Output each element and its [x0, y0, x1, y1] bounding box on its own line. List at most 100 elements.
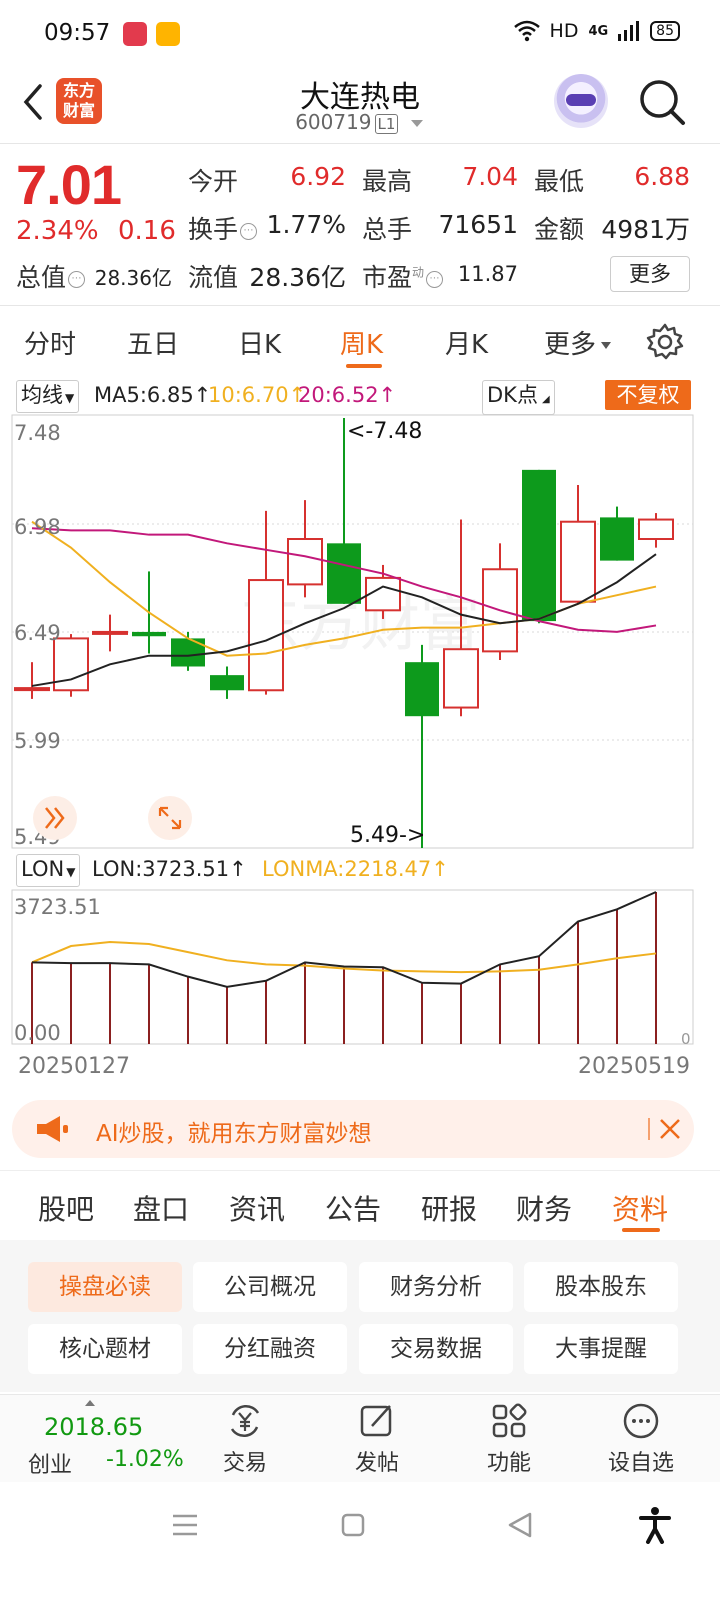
tab-intraday[interactable]: 分时 [24, 324, 76, 361]
close-icon[interactable] [658, 1117, 682, 1141]
search-icon[interactable] [636, 76, 688, 128]
wifi-icon [513, 20, 540, 42]
turnover-label-text: 换手 [188, 215, 239, 244]
index-change: -1.02% [106, 1447, 184, 1472]
info-icon[interactable]: ⋯ [68, 270, 86, 288]
max-price-label: <-7.48 [347, 419, 422, 444]
active-tab-underline [622, 1228, 660, 1232]
status-time: 09:57 [44, 20, 111, 46]
candle-body [405, 662, 439, 717]
add-favorite-label: 设自选 [607, 1451, 674, 1476]
content-tabs: 股吧 盘口 资讯 公告 研报 财务 资料 [0, 1178, 720, 1236]
signal-icon [618, 21, 640, 41]
candle-body [210, 675, 244, 691]
tab-announcements[interactable]: 公告 [325, 1188, 381, 1228]
functions-button[interactable]: 功能 [464, 1401, 554, 1477]
post-button[interactable]: 发帖 [332, 1401, 422, 1477]
low-label: 最低 [534, 167, 585, 196]
lon-axis-top: 3723.51 [14, 895, 101, 919]
candle-body [92, 630, 128, 635]
adjust-toggle[interactable]: 不复权 [605, 380, 691, 410]
x-axis-start-date: 20250127 [18, 1054, 130, 1079]
volume-value: 71651 [438, 210, 518, 239]
gear-icon[interactable] [645, 322, 685, 362]
functions-label: 功能 [486, 1451, 531, 1476]
shortcut-events[interactable]: 大事提醒 [524, 1324, 678, 1374]
change-amount: 0.16 [118, 216, 176, 246]
market-cap-value: 28.36亿 [94, 266, 172, 290]
candle-body [638, 518, 674, 541]
fullscreen-button[interactable] [148, 796, 192, 840]
status-bar: 09:57 HD 4G 85 [0, 0, 720, 70]
ma5-value: MA5:6.85↑ [94, 383, 212, 407]
shortcut-company-overview[interactable]: 公司概况 [193, 1262, 347, 1312]
menu-icon[interactable] [170, 1512, 200, 1538]
candlestick-chart[interactable]: 东方财富 7.486.986.495.995.49 <-7.48 5.49-> … [0, 410, 720, 1052]
edit-icon [360, 1405, 392, 1437]
trade-button[interactable]: 交易 [200, 1401, 290, 1477]
turnover-label: 换手 ⋯ [188, 210, 258, 246]
tab-news[interactable]: 资讯 [229, 1188, 285, 1228]
quote-divider [0, 305, 720, 306]
tab-profile[interactable]: 资料 [612, 1188, 668, 1228]
ma-selector[interactable]: 均线 ▼ [16, 380, 80, 413]
turnover-value: 1.77% [266, 210, 346, 239]
min-price-label: 5.49-> [350, 823, 425, 848]
expand-left-button[interactable] [33, 796, 77, 840]
amount-value: 4981万 [601, 215, 690, 244]
shortcut-core-themes[interactable]: 核心题材 [28, 1324, 182, 1374]
pe-sup: 动 [412, 265, 425, 280]
shortcut-financial-analysis[interactable]: 财务分析 [359, 1262, 513, 1312]
lon-selector[interactable]: LON ▼ [16, 854, 81, 887]
more-quote-button[interactable]: 更多 [610, 256, 690, 292]
info-icon[interactable]: ⋯ [426, 270, 444, 288]
add-favorite-button[interactable]: 设自选 [596, 1401, 686, 1477]
tab-weekly-k[interactable]: 周K [340, 324, 383, 361]
price-axis-label: 6.98 [14, 515, 61, 539]
info-icon[interactable]: ⋯ [240, 222, 258, 240]
candle-body [600, 517, 634, 561]
tab-monthly-k[interactable]: 月K [445, 324, 488, 361]
candle-body [560, 520, 596, 603]
x-axis-end-date: 20250519 [578, 1054, 690, 1079]
system-nav-bar [0, 1484, 720, 1600]
stock-code: 600719 [295, 110, 372, 134]
stock-code-selector[interactable]: 600719 L1 [0, 110, 720, 134]
lon-indicator-bar: LON ▼ LON:3723.51↑ LONMA:2218.47↑ [0, 852, 720, 888]
accessibility-icon[interactable] [638, 1506, 672, 1544]
back-icon[interactable] [506, 1511, 534, 1539]
tab-five-day[interactable]: 五日 [127, 324, 179, 361]
candle-body [443, 648, 479, 709]
shortcut-shareholders[interactable]: 股本股东 [524, 1262, 678, 1312]
shortcut-trading-guide[interactable]: 操盘必读 [28, 1262, 182, 1312]
candle-body [287, 538, 323, 586]
lon-axis-right: 0 [681, 1030, 691, 1048]
ai-assistant-avatar[interactable] [554, 74, 608, 128]
caret-down-icon: ▼ [66, 865, 76, 879]
float-cap-label: 流值 [188, 263, 239, 292]
home-icon[interactable] [340, 1512, 366, 1538]
tab-forum[interactable]: 股吧 [38, 1188, 94, 1228]
candle-body [522, 469, 556, 622]
tab-orderbook[interactable]: 盘口 [133, 1188, 189, 1228]
shortcut-dividends[interactable]: 分红融资 [193, 1324, 347, 1374]
grid-icon [492, 1403, 527, 1438]
trade-label: 交易 [222, 1451, 267, 1476]
lon-selector-label: LON [21, 857, 65, 881]
tab-finance[interactable]: 财务 [516, 1188, 572, 1228]
more-circle-icon [623, 1403, 659, 1439]
tab-more[interactable]: 更多 [544, 324, 612, 361]
ma-selector-label: 均线 [21, 383, 63, 407]
index-value: 2018.65 [44, 1413, 144, 1441]
volume-label: 总手 [362, 215, 413, 244]
notification-app-icon [123, 22, 147, 46]
ai-promo-banner[interactable]: AI炒股，就用东方财富妙想 [12, 1100, 694, 1158]
last-price: 7.01 [16, 153, 122, 216]
float-cap-value: 28.36亿 [249, 263, 346, 292]
high-label: 最高 [362, 167, 413, 196]
tab-research[interactable]: 研报 [421, 1188, 477, 1228]
tab-daily-k[interactable]: 日K [238, 324, 281, 361]
amount-label: 金额 [534, 215, 585, 244]
shortcut-trading-data[interactable]: 交易数据 [359, 1324, 513, 1374]
price-axis-label: 7.48 [14, 421, 61, 445]
